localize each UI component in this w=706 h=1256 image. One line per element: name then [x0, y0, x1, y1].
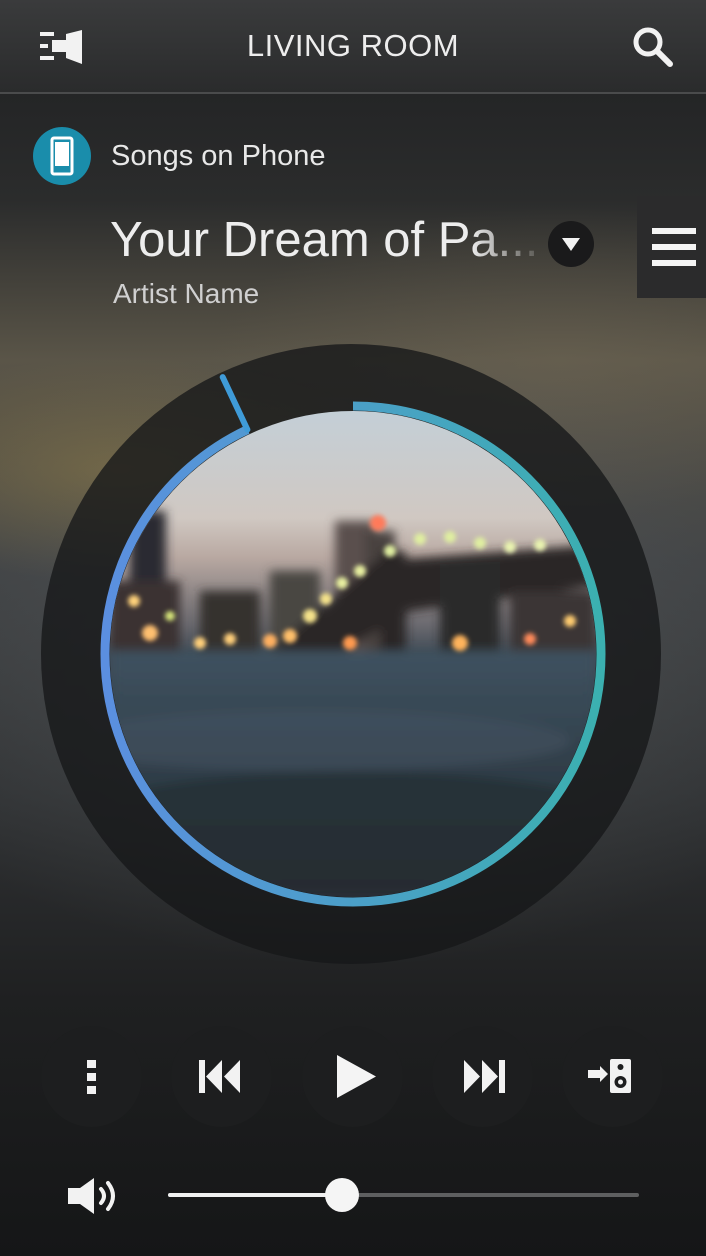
more-options-button[interactable]	[41, 1026, 142, 1127]
top-bar: LIVING ROOM	[0, 0, 706, 94]
triangle-down-icon[interactable]	[548, 221, 594, 267]
group-speakers-button[interactable]	[562, 1026, 663, 1127]
play-button[interactable]	[302, 1026, 403, 1127]
volume-thumb[interactable]	[325, 1178, 360, 1212]
next-button[interactable]	[432, 1026, 533, 1127]
source-label[interactable]: Songs on Phone	[111, 140, 325, 173]
previous-button[interactable]	[171, 1026, 272, 1127]
track-title: Your Dream of Pa...	[110, 213, 539, 267]
phone-icon[interactable]	[33, 127, 91, 185]
skip-previous-icon	[199, 1060, 240, 1093]
speaker-volume-icon[interactable]	[66, 1176, 122, 1216]
artist-name: Artist Name	[113, 278, 260, 309]
room-title[interactable]: LIVING ROOM	[0, 28, 706, 64]
hamburger-menu-icon[interactable]	[637, 196, 706, 298]
volume-fill	[168, 1193, 343, 1197]
volume-slider[interactable]	[168, 1178, 639, 1212]
search-icon[interactable]	[630, 24, 676, 70]
play-icon	[337, 1055, 376, 1098]
now-playing-screen: LIVING ROOM Songs on Phone Your Dream of…	[0, 0, 706, 1256]
skip-next-icon	[464, 1060, 505, 1093]
album-artwork	[110, 411, 596, 897]
vertical-dots-icon	[87, 1060, 96, 1094]
speaker-group-icon	[588, 1059, 631, 1093]
